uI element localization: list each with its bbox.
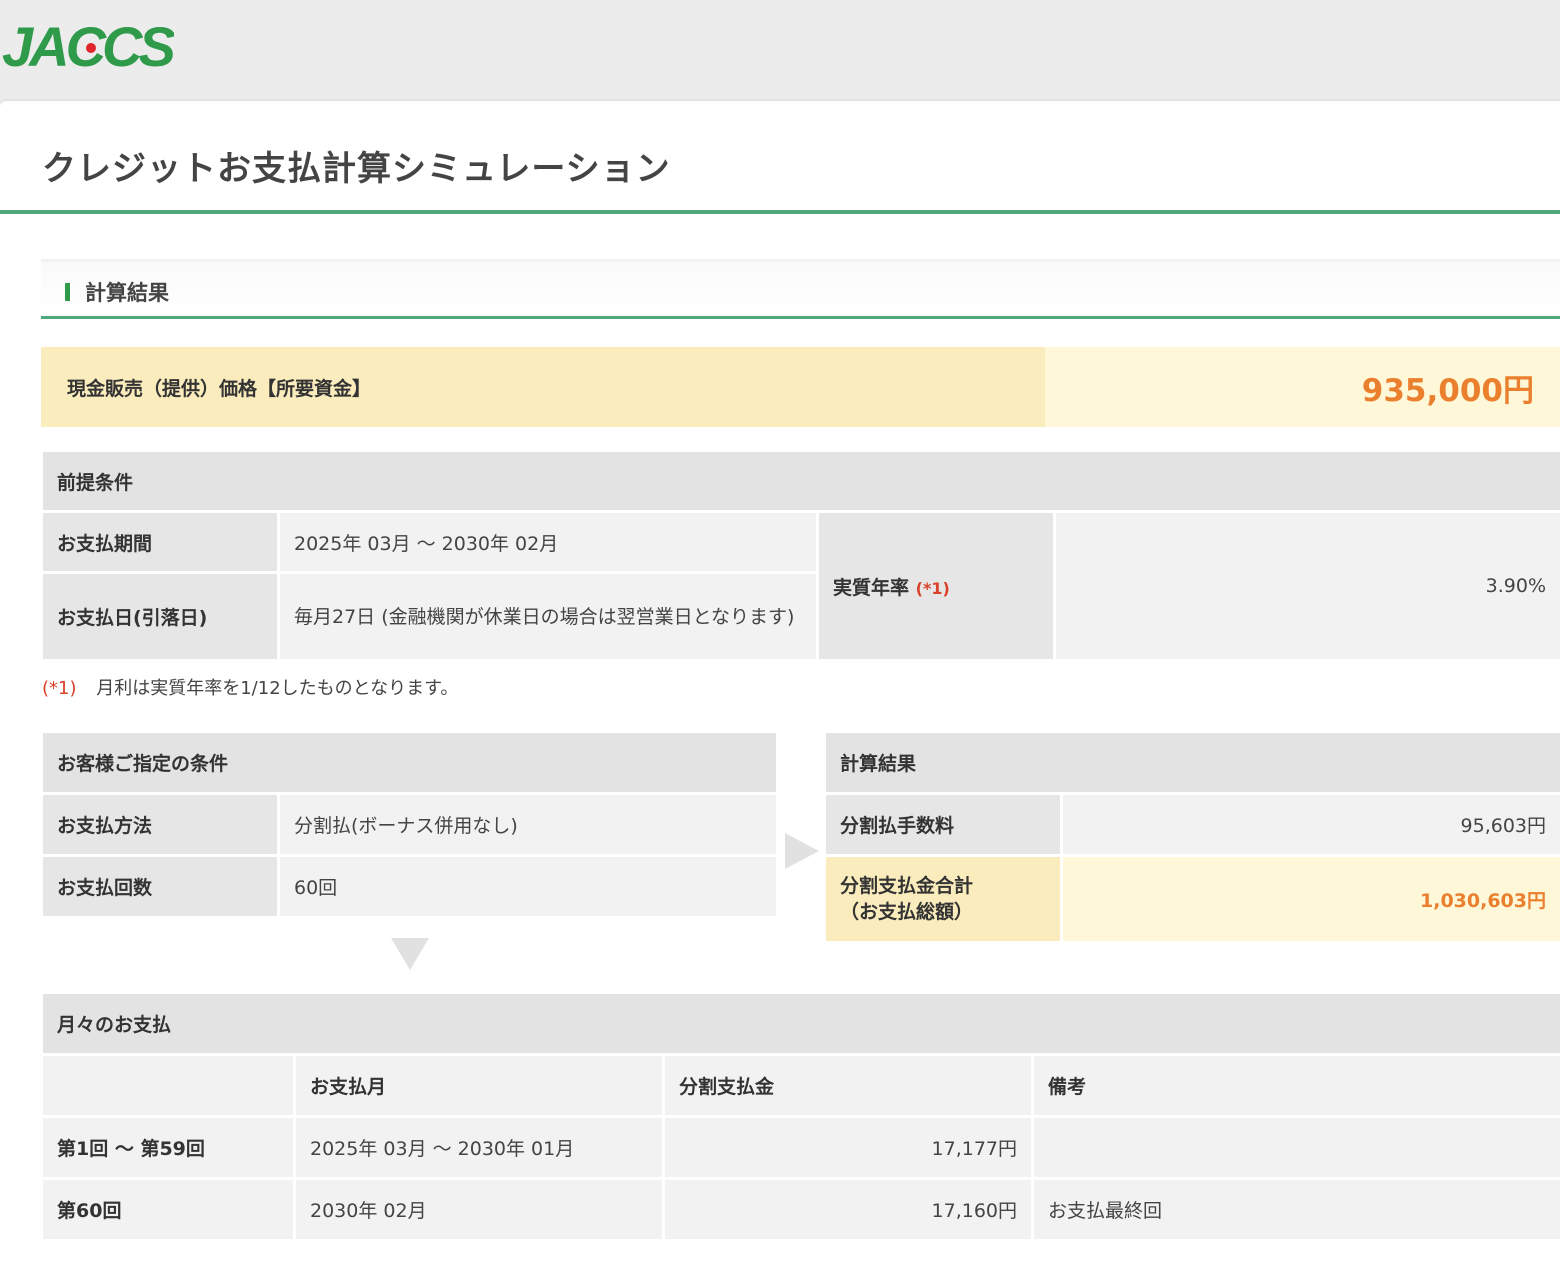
- total-payment-value: 1,030,603円: [1063, 857, 1560, 941]
- annual-rate-value: 3.90%: [1056, 513, 1560, 659]
- row-term: 第1回 〜 第59回: [43, 1118, 293, 1177]
- footnote: (*1) 月利は実質年率を1/12したものとなります。: [42, 674, 458, 700]
- row-month: 2025年 03月 〜 2030年 01月: [296, 1118, 662, 1177]
- column-header-term: [43, 1056, 293, 1115]
- arrow-right-icon: [785, 833, 819, 869]
- row-remarks: お支払最終回: [1034, 1180, 1560, 1239]
- result-caption: 計算結果: [826, 733, 1560, 792]
- payment-day-label: お支払日(引落日): [43, 574, 277, 659]
- cash-price-value: 935,000円: [1045, 347, 1560, 427]
- cash-price-row: 現金販売（提供）価格【所要資金】 935,000円: [41, 347, 1560, 427]
- row-amount: 17,160円: [665, 1180, 1031, 1239]
- installment-fee-label: 分割払手数料: [826, 795, 1060, 854]
- premise-caption: 前提条件: [43, 452, 1560, 510]
- row-amount: 17,177円: [665, 1118, 1031, 1177]
- customer-conditions-caption: お客様ご指定の条件: [43, 733, 776, 792]
- monthly-payment-table: 月々のお支払 お支払月 分割支払金 備考 第1回 〜 第59回 2025年 03…: [40, 991, 1560, 1242]
- page-title: クレジットお支払計算シミュレーション: [42, 149, 671, 189]
- arrow-down-icon: [391, 938, 429, 970]
- customer-conditions-table: お客様ご指定の条件 お支払方法 分割払(ボーナス併用なし) お支払回数 60回: [40, 730, 779, 919]
- period-value: 2025年 03月 〜 2030年 02月: [280, 513, 816, 571]
- period-label: お支払期間: [43, 513, 277, 571]
- section-heading-label: 計算結果: [85, 281, 169, 305]
- total-payment-label: 分割支払金合計 （お支払総額）: [826, 857, 1060, 941]
- installment-fee-value: 95,603円: [1063, 795, 1560, 854]
- premise-table: 前提条件 お支払期間 2025年 03月 〜 2030年 02月 実質年率 (*…: [40, 449, 1560, 662]
- column-header-remarks: 備考: [1034, 1056, 1560, 1115]
- column-header-month: お支払月: [296, 1056, 662, 1115]
- footnote-text: 月利は実質年率を1/12したものとなります。: [96, 678, 459, 699]
- result-table: 計算結果 分割払手数料 95,603円 分割支払金合計 （お支払総額） 1,03…: [823, 730, 1560, 944]
- payment-day-value: 毎月27日 (金融機関が休業日の場合は翌営業日となります): [280, 574, 816, 659]
- payment-method-label: お支払方法: [43, 795, 277, 854]
- annual-rate-footnote-mark: (*1): [915, 578, 950, 598]
- table-row: 第60回 2030年 02月 17,160円 お支払最終回: [43, 1180, 1560, 1239]
- total-payment-label-line1: 分割支払金合計: [840, 875, 974, 897]
- payment-count-value: 60回: [280, 857, 776, 916]
- site-header: JACCS: [0, 0, 1560, 101]
- payment-count-label: お支払回数: [43, 857, 277, 916]
- annual-rate-label: 実質年率 (*1): [819, 513, 1053, 659]
- cash-price-label: 現金販売（提供）価格【所要資金】: [41, 347, 1045, 427]
- section-heading: 計算結果: [41, 259, 1560, 319]
- table-row: 第1回 〜 第59回 2025年 03月 〜 2030年 01月 17,177円: [43, 1118, 1560, 1177]
- content-panel: クレジットお支払計算シミュレーション 計算結果 現金販売（提供）価格【所要資金】…: [0, 101, 1560, 1261]
- row-month: 2030年 02月: [296, 1180, 662, 1239]
- footnote-mark: (*1): [42, 678, 77, 699]
- title-divider: [0, 210, 1560, 214]
- total-payment-label-line2: （お支払総額）: [840, 901, 974, 923]
- jaccs-logo[interactable]: JACCS: [2, 16, 174, 72]
- column-header-amount: 分割支払金: [665, 1056, 1031, 1115]
- section-accent-bar: [65, 283, 70, 301]
- monthly-payment-caption: 月々のお支払: [43, 994, 1560, 1053]
- row-term: 第60回: [43, 1180, 293, 1239]
- payment-method-value: 分割払(ボーナス併用なし): [280, 795, 776, 854]
- annual-rate-label-text: 実質年率: [833, 576, 910, 599]
- row-remarks: [1034, 1118, 1560, 1177]
